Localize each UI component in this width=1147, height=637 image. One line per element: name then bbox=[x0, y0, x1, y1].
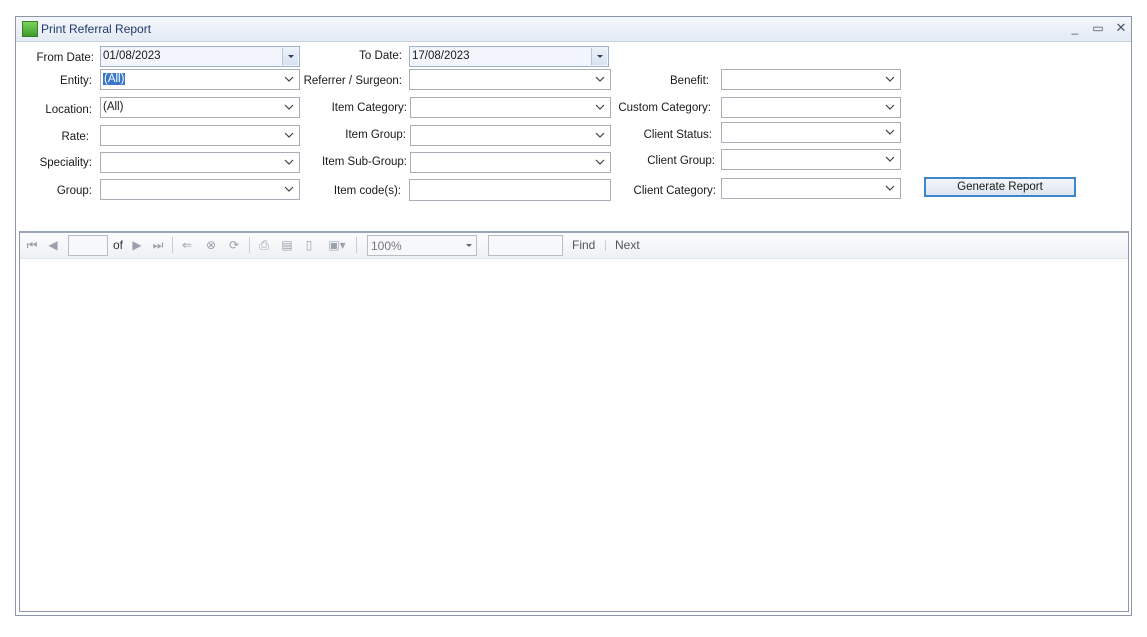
report-window: Print Referral Report _ ▭ ✕ From Date: 0… bbox=[15, 16, 1132, 616]
print-layout-icon[interactable]: ▤ bbox=[279, 238, 295, 252]
entity-label: Entity: bbox=[60, 75, 92, 87]
to-date-label: To Date: bbox=[359, 50, 402, 62]
last-page-icon[interactable]: ⏭ bbox=[150, 238, 166, 252]
item-sub-group-combo[interactable] bbox=[410, 152, 611, 173]
window-title: Print Referral Report bbox=[41, 22, 152, 36]
zoom-select[interactable]: 100% bbox=[367, 235, 477, 256]
location-combo[interactable]: (All) bbox=[100, 97, 300, 118]
app-icon bbox=[22, 21, 38, 37]
find-link[interactable]: Find bbox=[572, 238, 595, 252]
title-bar: Print Referral Report _ ▭ ✕ bbox=[16, 17, 1131, 42]
to-date-picker[interactable]: 17/08/2023 bbox=[409, 46, 609, 67]
item-codes-label: Item code(s): bbox=[333, 185, 401, 197]
referrer-label: Referrer / Surgeon: bbox=[303, 75, 402, 87]
chevron-down-icon bbox=[284, 104, 294, 110]
maximize-button[interactable]: ▭ bbox=[1089, 19, 1107, 37]
rate-combo[interactable] bbox=[100, 125, 300, 146]
client-category-combo[interactable] bbox=[721, 178, 901, 199]
toolbar-separator bbox=[356, 237, 357, 253]
chevron-down-icon bbox=[284, 186, 294, 192]
rate-label: Rate: bbox=[61, 131, 90, 143]
item-category-label: Item Category: bbox=[331, 102, 407, 114]
to-date-dropdown-icon[interactable] bbox=[591, 48, 607, 65]
to-date-value: 17/08/2023 bbox=[412, 50, 470, 62]
group-combo[interactable] bbox=[100, 179, 300, 200]
chevron-down-icon bbox=[885, 76, 895, 82]
from-date-picker[interactable]: 01/08/2023 bbox=[100, 46, 300, 67]
toolbar-separator bbox=[172, 237, 173, 253]
entity-combo[interactable]: (All) bbox=[100, 69, 300, 90]
close-button[interactable]: ✕ bbox=[1112, 19, 1130, 37]
speciality-label: Speciality: bbox=[39, 157, 92, 169]
benefit-combo[interactable] bbox=[721, 69, 901, 90]
refresh-icon[interactable]: ⟳ bbox=[226, 238, 242, 252]
item-codes-input[interactable] bbox=[409, 179, 611, 201]
chevron-down-icon bbox=[466, 244, 472, 247]
print-icon[interactable]: ⎙ bbox=[256, 238, 272, 252]
client-status-combo[interactable] bbox=[721, 122, 901, 143]
chevron-down-icon bbox=[885, 104, 895, 110]
custom-category-combo[interactable] bbox=[721, 97, 901, 118]
entity-value: (All) bbox=[103, 73, 126, 85]
speciality-combo[interactable] bbox=[100, 152, 300, 173]
client-category-label: Client Category: bbox=[633, 185, 716, 197]
chevron-down-icon bbox=[595, 104, 605, 110]
client-group-combo[interactable] bbox=[721, 149, 901, 170]
first-page-icon[interactable]: ⏮ bbox=[24, 238, 40, 252]
minimize-button[interactable]: _ bbox=[1066, 19, 1084, 37]
page-number-input[interactable] bbox=[68, 235, 108, 256]
client-status-label: Client Status: bbox=[643, 129, 712, 141]
find-text-input[interactable] bbox=[488, 235, 563, 256]
from-date-dropdown-icon[interactable] bbox=[282, 48, 298, 65]
item-group-combo[interactable] bbox=[410, 125, 611, 146]
from-date-value: 01/08/2023 bbox=[103, 50, 161, 62]
viewer-toolbar: ⏮ ◀ of ▶ ⏭ ⇐ ⊗ ⟳ ⎙ ▤ ▯ ▣▾ 100% Find Next bbox=[20, 233, 1128, 259]
chevron-down-icon bbox=[595, 76, 605, 82]
report-viewer: ⏮ ◀ of ▶ ⏭ ⇐ ⊗ ⟳ ⎙ ▤ ▯ ▣▾ 100% Find Next bbox=[19, 231, 1129, 612]
previous-page-icon[interactable]: ◀ bbox=[45, 238, 61, 252]
page-setup-icon[interactable]: ▯ bbox=[301, 238, 317, 252]
from-date-label: From Date: bbox=[36, 52, 94, 64]
back-icon[interactable]: ⇐ bbox=[179, 238, 195, 252]
chevron-down-icon bbox=[885, 129, 895, 135]
toolbar-separator bbox=[605, 240, 606, 251]
location-label: Location: bbox=[45, 104, 92, 116]
chevron-down-icon bbox=[284, 76, 294, 82]
item-group-label: Item Group: bbox=[345, 129, 406, 141]
filter-form: From Date: 01/08/2023 Entity: (All) Loca… bbox=[16, 42, 1131, 230]
group-label: Group: bbox=[56, 185, 92, 197]
page-of-label: of bbox=[113, 238, 124, 252]
chevron-down-icon bbox=[885, 185, 895, 191]
toolbar-separator bbox=[249, 237, 250, 253]
referrer-combo[interactable] bbox=[409, 69, 611, 90]
stop-icon[interactable]: ⊗ bbox=[203, 238, 219, 252]
generate-report-button[interactable]: Generate Report bbox=[924, 177, 1076, 197]
chevron-down-icon bbox=[284, 132, 294, 138]
chevron-down-icon bbox=[595, 132, 605, 138]
zoom-value: 100% bbox=[371, 239, 402, 253]
benefit-label: Benefit: bbox=[670, 75, 709, 87]
client-group-label: Client Group: bbox=[647, 155, 715, 167]
item-sub-group-label: Item Sub-Group: bbox=[321, 156, 407, 168]
chevron-down-icon bbox=[885, 156, 895, 162]
next-page-icon[interactable]: ▶ bbox=[129, 238, 145, 252]
report-canvas bbox=[20, 259, 1128, 611]
custom-category-label: Custom Category: bbox=[618, 102, 711, 114]
item-category-combo[interactable] bbox=[410, 97, 611, 118]
chevron-down-icon bbox=[284, 159, 294, 165]
location-value: (All) bbox=[103, 101, 124, 113]
chevron-down-icon bbox=[595, 159, 605, 165]
export-icon[interactable]: ▣▾ bbox=[324, 238, 350, 252]
next-link[interactable]: Next bbox=[615, 238, 640, 252]
